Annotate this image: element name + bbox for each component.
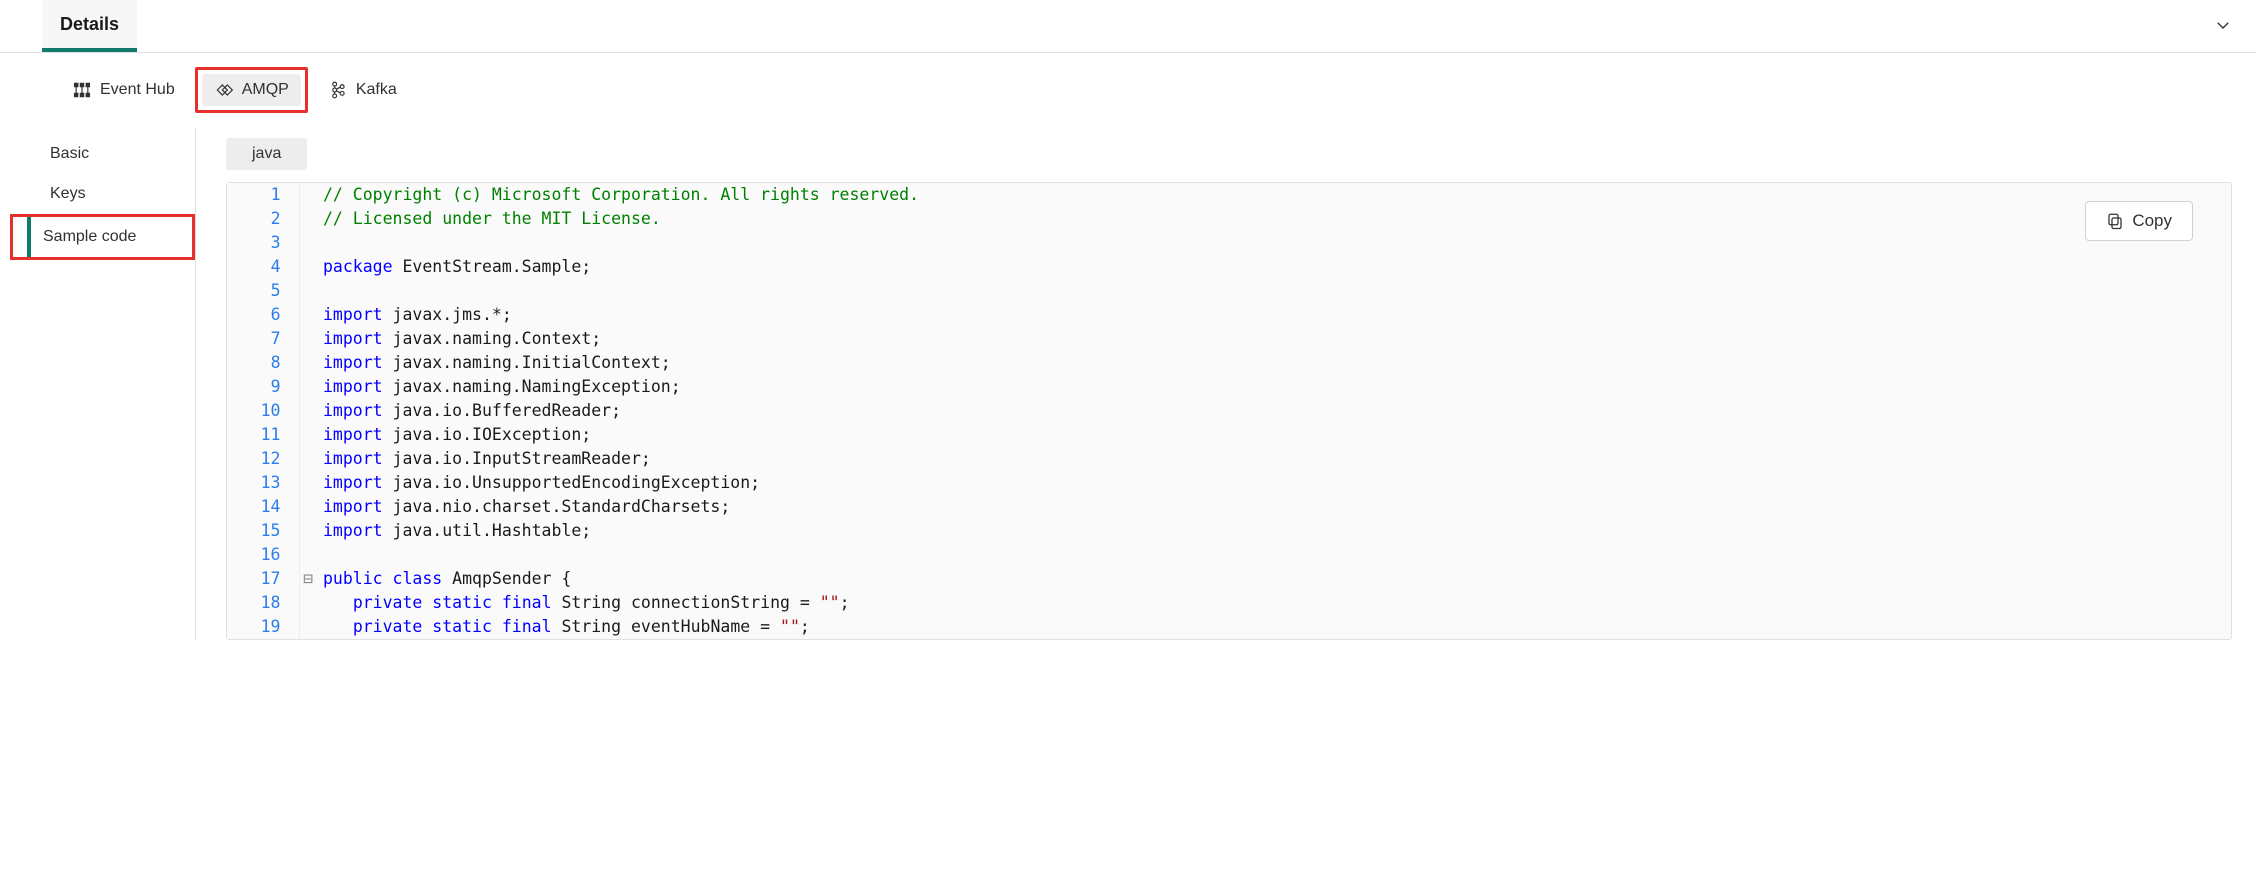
code-text: java.util.Hashtable; — [383, 521, 592, 540]
code-keyword: private — [353, 593, 423, 612]
code-text: javax.naming.NamingException; — [383, 377, 681, 396]
code-keyword: import — [323, 353, 383, 372]
code-comment: // Licensed under the MIT License. — [323, 209, 661, 228]
line-number: 9 — [227, 375, 299, 399]
code-keyword: package — [323, 257, 393, 276]
line-number: 19 — [227, 615, 299, 639]
line-number: 15 — [227, 519, 299, 543]
line-number: 1 — [227, 183, 299, 207]
code-keyword: public — [323, 569, 383, 588]
line-number: 2 — [227, 207, 299, 231]
code-comment: // Copyright (c) Microsoft Corporation. … — [323, 185, 919, 204]
sidebar: Basic Keys Sample code — [0, 128, 196, 640]
code-table: 1 // Copyright (c) Microsoft Corporation.… — [227, 183, 2231, 639]
code-keyword: import — [323, 497, 383, 516]
code-text: connectionString = — [631, 593, 820, 612]
code-keyword: import — [323, 449, 383, 468]
code-panel: Copy 1 // Copyright (c) Microsoft Corpora… — [226, 182, 2232, 640]
main-area: Basic Keys Sample code java Copy 1 // Cop… — [0, 128, 2256, 640]
copy-button-label: Copy — [2132, 211, 2172, 231]
line-number: 12 — [227, 447, 299, 471]
line-number: 6 — [227, 303, 299, 327]
line-number: 13 — [227, 471, 299, 495]
line-number: 3 — [227, 231, 299, 255]
code-text: String — [552, 617, 631, 636]
line-number: 10 — [227, 399, 299, 423]
code-text: String — [552, 593, 631, 612]
header-bar: Details — [0, 0, 2256, 53]
code-keyword: import — [323, 521, 383, 540]
subtab-amqp[interactable]: AMQP — [202, 74, 301, 106]
code-string: "" — [780, 617, 800, 636]
code-text: javax.naming.Context; — [383, 329, 602, 348]
code-text: java.io.BufferedReader; — [383, 401, 621, 420]
sidebar-item-sample-code[interactable]: Sample code — [27, 217, 192, 257]
code-keyword: final — [502, 593, 552, 612]
tab-details[interactable]: Details — [42, 0, 137, 52]
code-text: java.io.UnsupportedEncodingException; — [383, 473, 761, 492]
amqp-icon — [214, 80, 234, 100]
code-text: ; — [840, 593, 850, 612]
line-number: 18 — [227, 591, 299, 615]
subtab-event-hub[interactable]: Event Hub — [60, 74, 187, 106]
subtab-kafka-label: Kafka — [356, 81, 397, 99]
line-number: 5 — [227, 279, 299, 303]
event-hub-icon — [72, 80, 92, 100]
sample-code-highlight-box: Sample code — [10, 214, 195, 260]
amqp-highlight-box: AMQP — [195, 67, 308, 113]
line-number: 14 — [227, 495, 299, 519]
content-pane: java Copy 1 // Copyright (c) Microsoft Co… — [196, 128, 2256, 640]
code-text: java.nio.charset.StandardCharsets; — [383, 497, 731, 516]
code-text: ; — [800, 617, 810, 636]
protocol-subtabs: Event Hub AMQP Kafka — [0, 53, 2256, 128]
line-number: 7 — [227, 327, 299, 351]
code-text: javax.naming.InitialContext; — [383, 353, 671, 372]
line-number: 4 — [227, 255, 299, 279]
line-number: 11 — [227, 423, 299, 447]
code-text: AmqpSender { — [442, 569, 571, 588]
subtab-kafka[interactable]: Kafka — [316, 74, 409, 106]
line-number: 17 — [227, 567, 299, 591]
code-text: java.io.InputStreamReader; — [383, 449, 651, 468]
code-text: java.io.IOException; — [383, 425, 592, 444]
code-keyword: static — [432, 593, 492, 612]
code-keyword: import — [323, 305, 383, 324]
code-keyword: static — [432, 617, 492, 636]
code-keyword: import — [323, 401, 383, 420]
kafka-icon — [328, 80, 348, 100]
line-number: 8 — [227, 351, 299, 375]
copy-icon — [2106, 212, 2124, 230]
code-keyword: private — [353, 617, 423, 636]
language-pill[interactable]: java — [226, 138, 307, 170]
code-keyword: import — [323, 377, 383, 396]
subtab-amqp-label: AMQP — [242, 81, 289, 99]
code-keyword: class — [393, 569, 443, 588]
collapse-chevron[interactable] — [2214, 16, 2232, 37]
fold-toggle[interactable]: ⊟ — [299, 567, 317, 591]
line-number: 16 — [227, 543, 299, 567]
code-keyword: final — [502, 617, 552, 636]
subtab-event-hub-label: Event Hub — [100, 81, 175, 99]
sidebar-item-basic[interactable]: Basic — [10, 134, 195, 174]
code-text: eventHubName = — [631, 617, 780, 636]
code-keyword: import — [323, 473, 383, 492]
code-text: EventStream.Sample; — [393, 257, 592, 276]
code-text: javax.jms.*; — [383, 305, 512, 324]
code-keyword: import — [323, 329, 383, 348]
sidebar-item-keys[interactable]: Keys — [10, 174, 195, 214]
code-string: "" — [820, 593, 840, 612]
code-keyword: import — [323, 425, 383, 444]
copy-button[interactable]: Copy — [2085, 201, 2193, 241]
